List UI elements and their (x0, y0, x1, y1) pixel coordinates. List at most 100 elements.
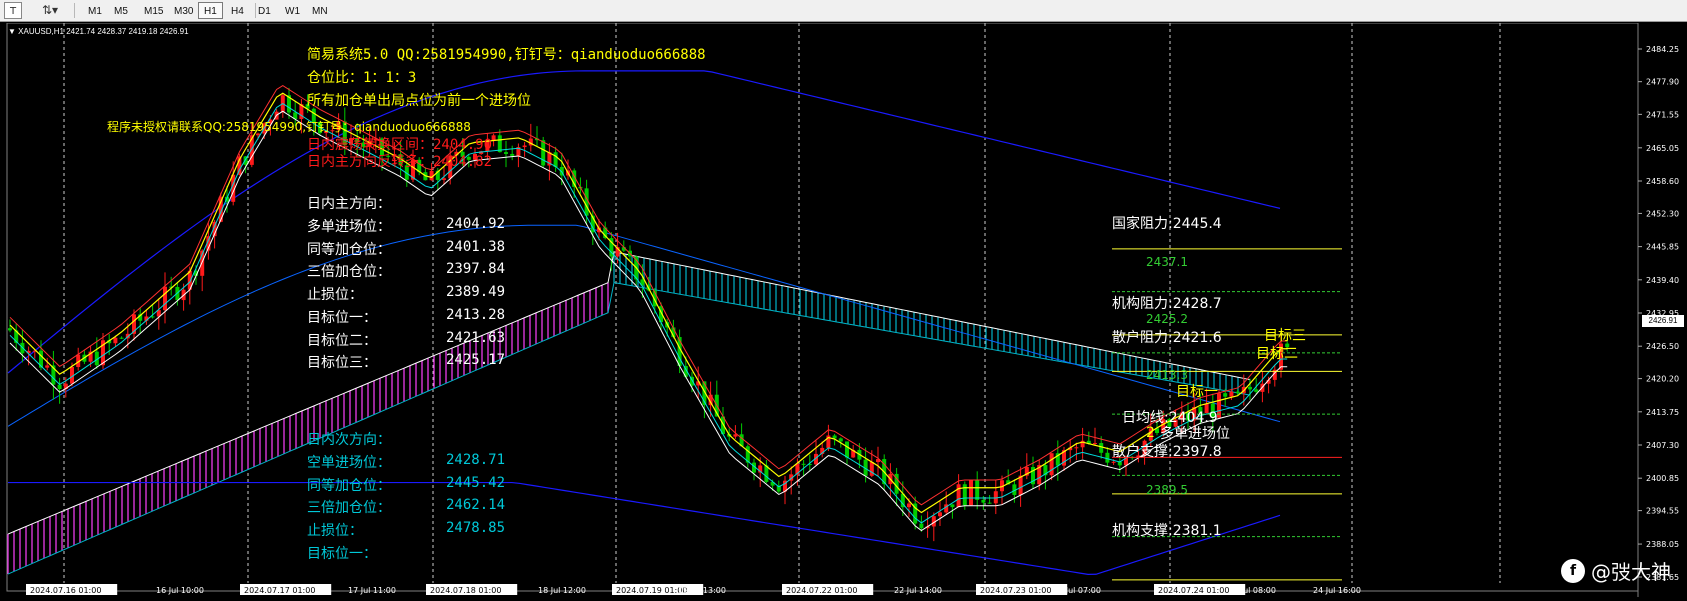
main_direction-value: 2413.28 (446, 306, 506, 323)
main_direction-value: 2389.49 (446, 284, 506, 301)
candle-body (838, 438, 843, 442)
candle-body (1099, 443, 1104, 453)
price-tick-label: 2471.55 (1646, 110, 1679, 119)
symbol-label: XAUUSD,H1 (18, 27, 64, 36)
time-label: 23 Jul 07:00 (1053, 586, 1101, 595)
candle-body (45, 365, 50, 368)
candle-body (845, 441, 849, 458)
time-label: 22 Jul 14:00 (894, 586, 942, 595)
candle-body (504, 152, 508, 154)
price-tick-label: 2400.85 (1646, 474, 1679, 483)
candle-body (1105, 452, 1110, 463)
chart-toolbar: T ⇅▾ M1 M5 M15 M30 H1 H4 D1 W1 MN (0, 0, 1687, 22)
level-green-2437: 2437.1 (1146, 255, 1188, 269)
candle-body (919, 523, 924, 529)
price-tick-label: 2388.05 (1646, 540, 1679, 549)
secondary_direction-label: 空单进场位： (307, 455, 391, 471)
target-label-2: 目标二 (1256, 346, 1298, 362)
watermark: f @弢大神 (1561, 556, 1671, 585)
symbol-arrow-icon: ▼ (8, 27, 16, 36)
toolbar-separator (74, 3, 75, 18)
candle-body (801, 463, 806, 465)
time-label: 2024.07.24 01:00 (1158, 586, 1229, 595)
main_direction-value: 2401.38 (446, 238, 506, 255)
level-institution-support: 机构支撑:2381.1 (1112, 523, 1222, 539)
timeframe-m1[interactable]: M1 (82, 2, 108, 19)
watermark-text: @弢大神 (1591, 560, 1671, 584)
draw-tools-icon[interactable]: ⇅▾ (36, 2, 64, 19)
candle-body (119, 337, 124, 339)
level-national-resistance: 国家阻力:2445.4 (1112, 216, 1222, 232)
level-green-2413: 2413.3 (1146, 368, 1188, 382)
candle-body (113, 337, 118, 344)
level-green-2425: 2425.2 (1146, 312, 1188, 326)
time-label: 24 Jul 08:00 (1228, 586, 1276, 595)
candle-body (1093, 443, 1097, 445)
position-ratio-line: 仓位比：1：1：3 (307, 70, 417, 86)
candle-body (1254, 389, 1259, 392)
timeframe-d1[interactable]: D1 (252, 2, 277, 19)
time-label: 19 Jul 13:00 (678, 586, 726, 595)
candle-body (1235, 391, 1240, 394)
system-info-line1: 简易系统5.0 QQ:2581954990,钉钉号：qianduoduo6668… (307, 47, 706, 63)
ma-red (9, 84, 1288, 506)
weibo-logo-icon: f (1561, 558, 1585, 583)
level-institution-resistance: 机构阻力:2428.7 (1112, 296, 1222, 312)
price-tick-label: 2394.55 (1646, 507, 1679, 516)
price-tick-label: 2439.40 (1646, 276, 1679, 285)
main_direction-value: 2397.84 (446, 261, 506, 278)
main_direction-label: 多单进场位： (307, 219, 391, 235)
timeframe-m15[interactable]: M15 (138, 2, 169, 19)
candle-body (969, 480, 973, 506)
time-label: 2024.07.18 01:00 (430, 586, 501, 595)
price-tick-label: 2452.30 (1646, 209, 1679, 218)
main_direction-value: 2421.63 (446, 329, 506, 346)
price-tick-label: 2484.25 (1646, 45, 1679, 54)
price-chart[interactable]: 2484.25 2477.90 2471.55 2465.05 2458.60 2452.… (0, 22, 1687, 597)
main_direction-value: 2404.92 (446, 216, 506, 232)
timeframe-h4[interactable]: H4 (225, 2, 250, 19)
bollinger-mid (7, 224, 1281, 427)
candle-body (981, 499, 986, 503)
unauthorized-notice: 程序未授权请联系QQ:2581954990,钉钉号：qianduoduo6668… (107, 120, 471, 134)
candle-body (975, 480, 980, 500)
secondary_direction-value: 2428.71 (446, 452, 506, 468)
candle-body (442, 178, 446, 180)
time-label: 17 Jul 11:00 (348, 586, 396, 595)
cursor-icon[interactable]: T (4, 2, 22, 19)
candle-body (510, 153, 515, 156)
symbol-header: ▼ XAUUSD,H1 2421.74 2428.37 2419.18 2426… (8, 27, 189, 36)
candle-body (938, 512, 942, 517)
timeframe-w1[interactable]: W1 (279, 2, 306, 19)
time-label: 2024.07.23 01:00 (980, 586, 1051, 595)
candle-body (57, 384, 62, 390)
secondary-direction-title: 日内次方向： (307, 432, 391, 448)
candle-body (987, 502, 992, 504)
bollinger-lower (8, 481, 1281, 575)
price-tick-label: 2458.60 (1646, 177, 1679, 186)
candle-body (553, 152, 558, 167)
price-tick-label: 2477.90 (1646, 78, 1679, 87)
main_direction-label: 止损位： (307, 287, 363, 304)
time-label: 18 Jul 12:00 (538, 586, 586, 595)
level-retail-resistance: 散户阻力:2421.6 (1112, 330, 1222, 346)
main-direction-title: 日内主方向： (307, 196, 391, 212)
cloud-edge-bottom (7, 281, 1251, 575)
secondary_direction-label: 止损位： (307, 523, 363, 540)
candle-body (956, 484, 961, 508)
level-long-entry: 多单进场位 (1160, 426, 1230, 442)
secondary_direction-label: 目标位一： (307, 545, 377, 562)
secondary_direction-value: 2445.42 (446, 474, 506, 491)
time-label: 16 Jul 10:00 (156, 586, 204, 595)
price-tick-label: 2426.50 (1646, 342, 1679, 351)
candle-body (1049, 453, 1054, 476)
timeframe-mn[interactable]: MN (306, 2, 334, 19)
candle-body (1223, 393, 1228, 397)
time-label: 2024.07.16 01:00 (30, 586, 101, 595)
timeframe-h1[interactable]: H1 (198, 2, 223, 19)
main_direction-label: 目标位一： (307, 309, 377, 326)
timeframe-m5[interactable]: M5 (108, 2, 134, 19)
time-label: 24 Jul 16:00 (1313, 586, 1361, 595)
timeframe-m30[interactable]: M30 (168, 2, 199, 19)
secondary_direction-label: 三倍加仓位： (307, 500, 391, 517)
